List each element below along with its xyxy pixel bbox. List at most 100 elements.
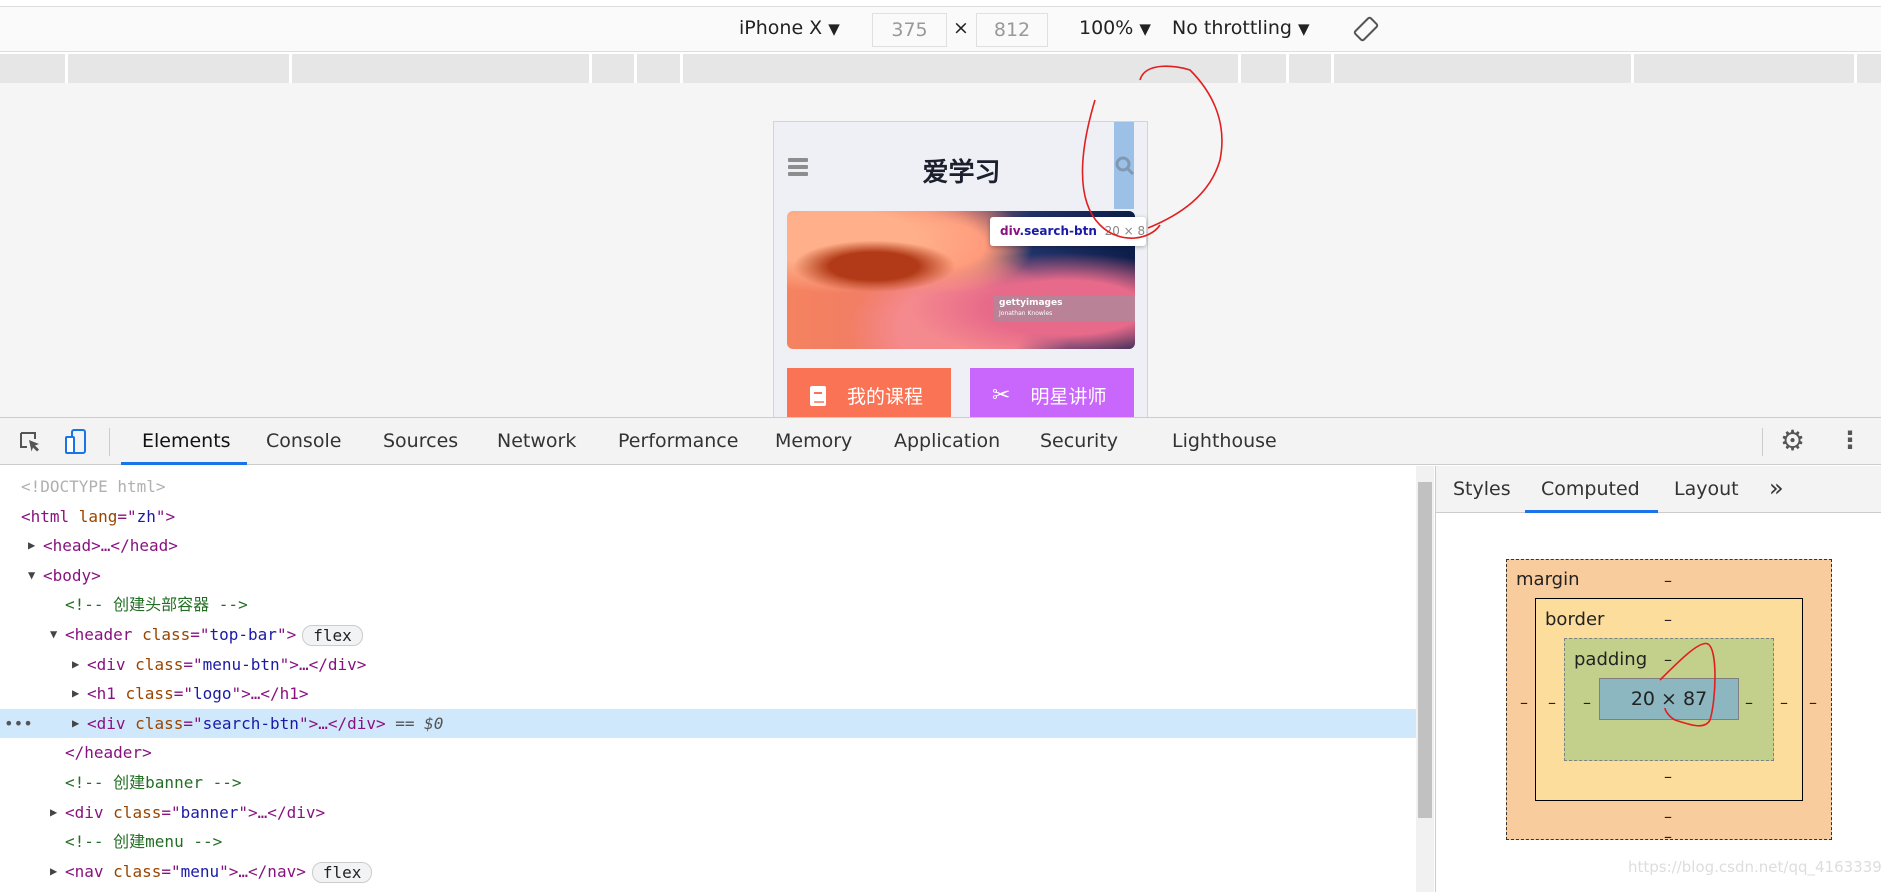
width-input[interactable]: 375: [872, 13, 947, 47]
dom-node[interactable]: ▶ <div class="banner">…</div>: [0, 798, 1416, 827]
scrollbar-thumb[interactable]: [1418, 482, 1432, 818]
scissors-icon: ✂: [992, 383, 1011, 408]
markup-token: =": [190, 625, 210, 644]
tab-elements[interactable]: Elements: [142, 430, 231, 452]
markup-token: banner: [180, 802, 239, 822]
tab-layout[interactable]: Layout: [1674, 478, 1739, 500]
box-model-value[interactable]: –: [1745, 693, 1753, 712]
tab-memory[interactable]: Memory: [775, 430, 852, 452]
node-markup: <!-- 创建头部容器 -->: [65, 590, 248, 619]
media-query-ruler[interactable]: [0, 54, 1881, 83]
markup-token: <header: [65, 625, 143, 644]
box-model-value[interactable]: –: [1664, 571, 1672, 590]
markup-token: <h1: [87, 684, 126, 704]
dom-node[interactable]: <!-- 创建menu -->: [0, 827, 1416, 856]
dom-node[interactable]: ▶ <nav class="menu">…</nav> flex: [0, 857, 1416, 886]
height-input[interactable]: 812: [976, 13, 1048, 47]
markup-token: <head>…</head>: [43, 536, 178, 556]
search-button-highlight[interactable]: [1114, 122, 1134, 209]
tab-console[interactable]: Console: [266, 430, 341, 452]
tab-security[interactable]: Security: [1040, 430, 1118, 452]
side-tabbar: Styles Computed Layout »: [1436, 466, 1881, 513]
rotate-icon[interactable]: [1352, 15, 1380, 43]
markup-token: <!-- 创建menu -->: [65, 832, 223, 852]
node-markup: <head>…</head>: [43, 531, 178, 560]
markup-token: == $0: [385, 713, 444, 733]
markup-token: search-btn: [202, 713, 299, 733]
dom-node[interactable]: <!-- 创建banner -->: [0, 768, 1416, 797]
markup-token: top-bar: [209, 625, 277, 644]
box-model-value[interactable]: –: [1780, 693, 1788, 712]
box-model-value[interactable]: –: [1520, 693, 1528, 712]
chevron-down-icon: ▼: [828, 20, 840, 38]
dom-node[interactable]: </header>: [0, 738, 1416, 767]
markup-token: <div: [87, 654, 136, 674]
throttling-select[interactable]: No throttling ▼: [1172, 17, 1310, 39]
book-icon: [810, 385, 826, 406]
more-options-icon[interactable]: ⋮: [1838, 426, 1862, 454]
markup-token: class: [142, 625, 191, 644]
tab-styles[interactable]: Styles: [1453, 478, 1511, 500]
box-model-value[interactable]: –: [1664, 807, 1672, 826]
my-courses-button[interactable]: 我的课程: [787, 368, 951, 417]
node-markup: <!-- 创建banner -->: [65, 768, 242, 797]
dom-node[interactable]: <!DOCTYPE html>: [0, 472, 1416, 501]
collapse-arrow-icon[interactable]: ▼: [28, 561, 35, 590]
markup-token: <!DOCTYPE html>: [21, 477, 166, 496]
dom-node[interactable]: ▼ <body>: [0, 561, 1416, 590]
node-markup: <nav class="menu">…</nav> flex: [65, 857, 373, 886]
zoom-select[interactable]: 100% ▼: [1079, 17, 1151, 39]
markup-token: class: [125, 684, 174, 704]
markup-token: lang: [78, 506, 118, 526]
dom-node[interactable]: <!-- 创建头部容器 -->: [0, 590, 1416, 619]
dom-node[interactable]: ▶ <head>…</head>: [0, 531, 1416, 560]
border-label: border: [1545, 609, 1605, 630]
expand-arrow-icon[interactable]: ▶: [72, 679, 79, 708]
box-model-value[interactable]: –: [1583, 693, 1591, 712]
device-toggle-icon[interactable]: [64, 428, 88, 456]
expand-arrow-icon[interactable]: ▶: [50, 857, 57, 886]
flex-badge[interactable]: flex: [311, 861, 373, 883]
tab-computed[interactable]: Computed: [1541, 478, 1640, 500]
chevron-down-icon: ▼: [1139, 20, 1151, 38]
node-actions-icon[interactable]: •••: [4, 709, 33, 738]
box-model-value[interactable]: –: [1809, 693, 1817, 712]
elements-tree: <!DOCTYPE html> <html lang="zh"> ▶ <head>…<…: [0, 466, 1416, 892]
markup-token: ">: [155, 506, 176, 526]
more-tabs-icon[interactable]: »: [1769, 474, 1784, 502]
tab-lighthouse[interactable]: Lighthouse: [1172, 430, 1277, 452]
search-icon: [1115, 156, 1134, 176]
dom-node-selected[interactable]: ••• ▶ <div class="search-btn">…</div> == $…: [0, 708, 1416, 738]
tab-performance[interactable]: Performance: [618, 430, 738, 452]
box-model-value[interactable]: –: [1664, 650, 1672, 669]
flex-badge[interactable]: flex: [302, 625, 363, 646]
tab-sources[interactable]: Sources: [383, 430, 458, 452]
device-select[interactable]: iPhone X ▼: [739, 17, 840, 39]
settings-gear-icon[interactable]: ⚙: [1780, 424, 1805, 457]
markup-token: =": [117, 506, 137, 526]
expand-arrow-icon[interactable]: ▶: [72, 709, 79, 738]
watermark: https://blog.csdn.net/qq_41633396: [1628, 858, 1881, 876]
device-toolbar: iPhone X ▼ 375 × 812 100% ▼ No throttlin…: [0, 6, 1881, 52]
node-markup: <div class="search-btn">…</div> == $0: [87, 709, 443, 738]
box-model-value[interactable]: –: [1664, 827, 1672, 846]
tab-network[interactable]: Network: [497, 430, 576, 452]
collapse-arrow-icon[interactable]: ▼: [50, 620, 57, 649]
dom-node[interactable]: ▼ <header class="top-bar"> flex: [0, 620, 1416, 649]
star-teachers-button[interactable]: ✂ 明星讲师: [970, 368, 1134, 417]
dom-node[interactable]: <html lang="zh">: [0, 502, 1416, 531]
inspect-element-icon[interactable]: [18, 430, 42, 454]
markup-token: class: [135, 713, 184, 733]
markup-token: =": [183, 654, 203, 674]
box-model-value[interactable]: –: [1548, 693, 1556, 712]
node-markup: <!DOCTYPE html>: [21, 472, 166, 501]
box-model-value[interactable]: –: [1664, 767, 1672, 786]
expand-arrow-icon[interactable]: ▶: [28, 531, 35, 560]
expand-arrow-icon[interactable]: ▶: [72, 650, 79, 679]
dom-node[interactable]: ▶ <h1 class="logo">…</h1>: [0, 679, 1416, 708]
dom-node[interactable]: ▶ <div class="menu-btn">…</div>: [0, 650, 1416, 679]
box-model-value[interactable]: –: [1664, 610, 1672, 629]
node-markup: <div class="menu-btn">…</div>: [87, 650, 366, 679]
tab-application[interactable]: Application: [894, 430, 1000, 452]
expand-arrow-icon[interactable]: ▶: [50, 798, 57, 827]
